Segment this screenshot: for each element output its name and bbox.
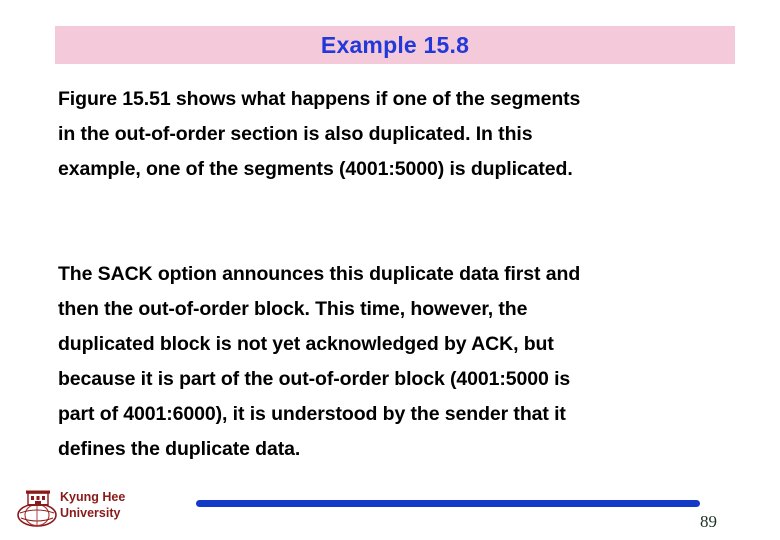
paragraph-2: The SACK option announces this duplicate… — [58, 257, 748, 467]
paragraph-1-line-3: example, one of the segments (4001:5000)… — [58, 158, 573, 180]
paragraph-2-line-3: duplicated block is not yet acknowledged… — [58, 333, 554, 355]
university-name: Kyung Hee University — [60, 489, 125, 521]
slide-body: Figure 15.51 shows what happens if one o… — [58, 82, 748, 467]
paragraph-1: Figure 15.51 shows what happens if one o… — [58, 82, 748, 187]
paragraph-1-line-2: in the out-of-order section is also dupl… — [58, 123, 533, 145]
university-name-line-1: Kyung Hee — [60, 490, 126, 504]
page-title: Example 15.8 — [320, 31, 470, 58]
footer-divider — [196, 500, 700, 507]
kyung-hee-crest-icon — [16, 487, 60, 529]
university-name-line-2: University — [60, 506, 121, 520]
slide: Example 15.8 Figure 15.51 shows what hap… — [0, 0, 780, 540]
paragraph-1-line-1: Figure 15.51 shows what happens if one o… — [58, 88, 581, 110]
paragraph-2-line-4: because it is part of the out-of-order b… — [58, 368, 571, 390]
paragraph-2-line-6: defines the duplicate data. — [58, 438, 301, 460]
page-number: 89 — [700, 512, 717, 531]
slide-title-banner: Example 15.8 — [55, 26, 735, 64]
paragraph-2-line-2: then the out-of-order block. This time, … — [58, 298, 528, 320]
paragraph-2-line-5: part of 4001:6000), it is understood by … — [58, 403, 566, 425]
paragraph-2-line-1: The SACK option announces this duplicate… — [58, 263, 581, 285]
